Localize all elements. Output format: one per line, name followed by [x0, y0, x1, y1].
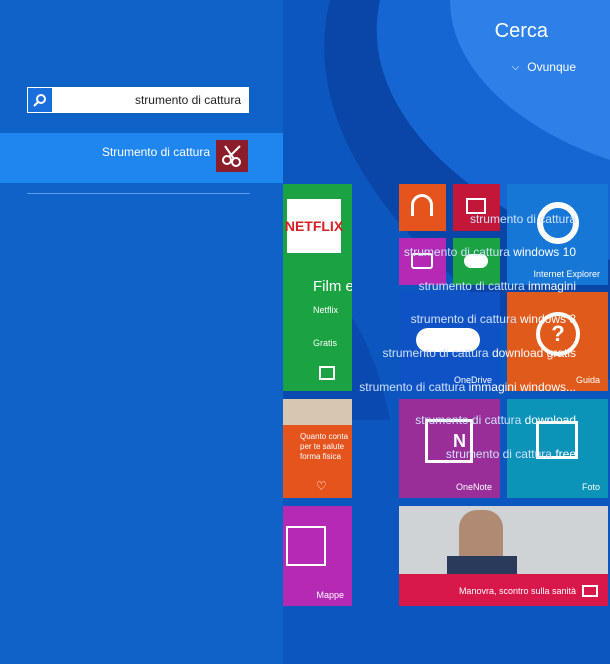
search-scope-label: Ovunque	[527, 60, 576, 74]
suggestion-suffix: immagini windows...	[465, 380, 576, 394]
ie-label: Internet Explorer	[533, 269, 600, 279]
suggestion-prefix: strumento di cattura	[418, 279, 525, 293]
suggestion-prefix: strumento di cattura	[415, 413, 522, 427]
netflix-headline: Film e s	[313, 278, 352, 295]
heart-icon: ♡	[316, 479, 327, 493]
suggestion-suffix: free	[551, 447, 576, 461]
tile-maps[interactable]: Mappe	[283, 506, 352, 606]
netflix-price: Gratis	[313, 338, 338, 348]
tile-netflix[interactable]: NETFLIX Film e s Netflix Gratis	[283, 184, 352, 391]
tile-news[interactable]: Manovra, scontro sulla sanità	[399, 506, 608, 606]
suggestion-prefix: strumento di cattura	[382, 346, 489, 360]
suggestion-prefix: strumento di cattura	[445, 447, 552, 461]
news-icon	[582, 585, 598, 597]
tile-onedrive[interactable]: OneDrive	[399, 292, 500, 391]
search-button[interactable]	[27, 87, 53, 113]
health-image	[283, 399, 352, 425]
foto-label: Foto	[581, 482, 600, 492]
suggestion-item[interactable]: strumento di cattura	[470, 212, 576, 226]
headphones-icon	[411, 194, 433, 216]
search-box	[27, 87, 249, 113]
suggestion-item[interactable]: strumento di cattura download gratis	[383, 346, 576, 360]
suggestion-item[interactable]: strumento di cattura windows 8	[411, 312, 576, 326]
suggestion-suffix: immagini	[524, 279, 576, 293]
news-headline: Manovra, scontro sulla sanità	[458, 586, 576, 596]
suggestion-prefix: strumento di cattura	[403, 245, 510, 259]
tile-health[interactable]: Quanto conta per te salute forma fisica …	[283, 399, 352, 498]
netflix-name: Netflix	[313, 305, 339, 315]
top-result-label: Strumento di cattura	[101, 145, 210, 159]
netflix-logo: NETFLIX	[285, 199, 343, 253]
maps-label: Mappe	[316, 590, 344, 600]
suggestion-suffix: download gratis	[488, 346, 576, 360]
search-scope-selector[interactable]: ⌵ Ovunque	[512, 60, 576, 74]
search-panel-title: Cerca	[494, 20, 548, 42]
suggestion-suffix: windows 8	[516, 312, 576, 326]
suggestion-item[interactable]: strumento di cattura immagini	[419, 279, 576, 293]
snipping-tool-icon	[216, 140, 248, 172]
suggestion-item[interactable]: strumento di cattura download	[415, 413, 576, 427]
suggestion-item[interactable]: strumento di cattura immagini windows...	[359, 380, 576, 394]
tile-music[interactable]	[399, 184, 446, 231]
health-text: Quanto conta per te salute forma fisica	[300, 432, 349, 461]
news-photo	[399, 506, 608, 574]
help-label: Guida	[575, 375, 600, 385]
suggestion-item[interactable]: strumento di cattura free	[446, 447, 576, 461]
search-icon	[33, 94, 46, 107]
tile-help[interactable]: ? Guida	[507, 292, 608, 391]
suggestion-suffix: download	[521, 413, 576, 427]
suggestion-prefix: strumento di cattura	[469, 212, 576, 226]
suggestion-prefix: strumento di cattura	[410, 312, 517, 326]
search-input[interactable]	[53, 87, 249, 113]
chevron-down-icon: ⌵	[511, 61, 520, 73]
suggestion-item[interactable]: strumento di cattura windows 10	[404, 245, 576, 259]
onenote-label: OneNote	[455, 482, 492, 492]
suggestion-prefix: strumento di cattura	[359, 380, 466, 394]
store-icon	[319, 366, 335, 380]
maps-icon	[286, 526, 326, 566]
results-divider	[27, 193, 250, 194]
suggestion-suffix: windows 10	[509, 245, 576, 259]
tile-internet-explorer[interactable]: Internet Explorer	[507, 184, 608, 285]
